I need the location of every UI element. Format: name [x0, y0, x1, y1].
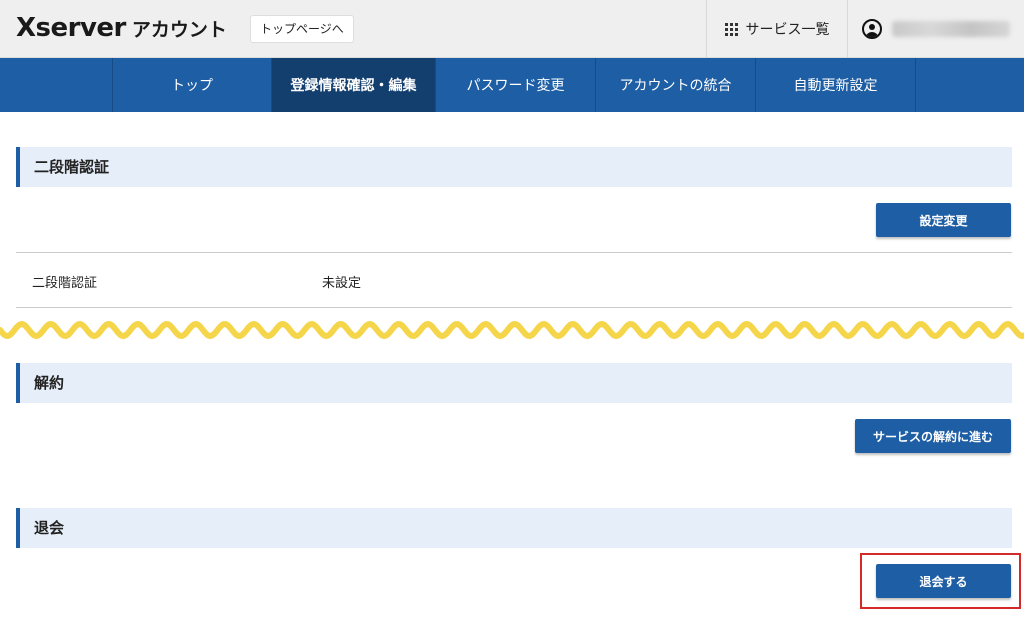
nav-item-auto-renew[interactable]: 自動更新設定: [756, 58, 916, 112]
nav-item-top[interactable]: トップ: [113, 58, 272, 112]
services-label: サービス一覧: [745, 22, 830, 38]
nav-item-password[interactable]: パスワード変更: [436, 58, 596, 112]
nav-item-profile[interactable]: 登録情報確認・編集: [272, 58, 436, 112]
header: Xserver アカウント トップページへ サービス一覧: [0, 0, 1024, 58]
wave-separator: [0, 320, 1024, 340]
xserver-logo[interactable]: Xserver アカウント: [16, 13, 227, 43]
logo-suffix: アカウント: [131, 19, 227, 41]
section-title-withdraw: 退会: [16, 508, 1012, 548]
grid-icon: [724, 22, 738, 36]
top-page-link[interactable]: トップページへ: [250, 15, 354, 43]
nav-item-account-merge[interactable]: アカウントの統合: [596, 58, 756, 112]
two-factor-row-label: 二段階認証: [32, 276, 98, 291]
highlight-box: [860, 553, 1021, 609]
services-menu-button[interactable]: サービス一覧: [706, 0, 848, 58]
user-icon: [862, 19, 882, 39]
section-title-cancel: 解約: [16, 363, 1012, 403]
divider: [16, 307, 1012, 308]
main-nav: トップ 登録情報確認・編集 パスワード変更 アカウントの統合 自動更新設定: [0, 58, 1024, 112]
user-name-blurred: [892, 21, 1010, 37]
two-factor-row-value: 未設定: [322, 276, 362, 291]
proceed-cancel-service-button[interactable]: サービスの解約に進む: [855, 419, 1011, 453]
settings-change-button[interactable]: 設定変更: [876, 203, 1011, 237]
logo-brand: Xserver: [16, 13, 126, 43]
user-menu[interactable]: [862, 0, 1010, 58]
section-title-two-factor: 二段階認証: [16, 147, 1012, 187]
divider: [16, 252, 1012, 253]
